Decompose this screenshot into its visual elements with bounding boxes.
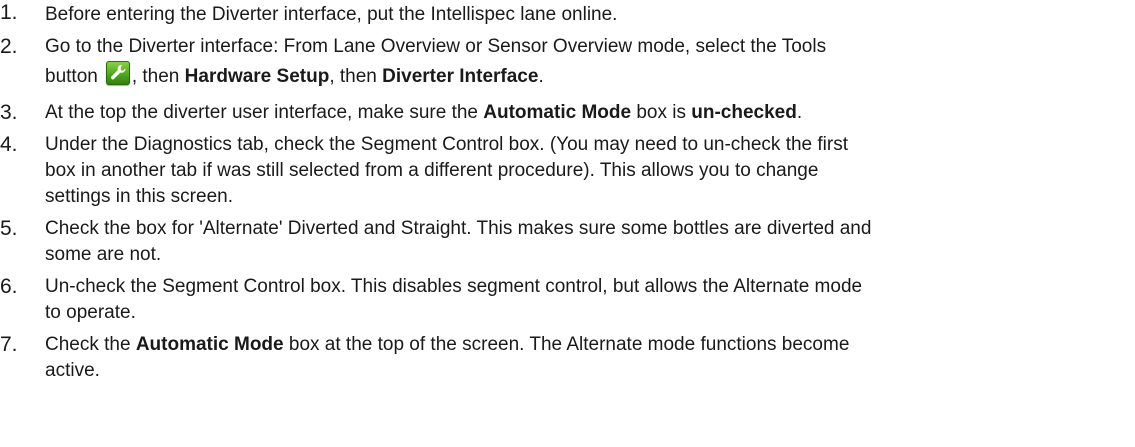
- step-number: 2.: [0, 35, 18, 58]
- step-3: 3. At the top the diverter user interfac…: [0, 100, 1135, 126]
- step-text-line-2: active.: [45, 360, 100, 381]
- step-text-then: , then: [131, 66, 185, 87]
- step-number: 3.: [0, 101, 18, 124]
- wrench-tools-icon: [105, 61, 130, 85]
- step-2: 2. Go to the Diverter interface: From La…: [0, 34, 1135, 94]
- step-6: 6. Un-check the Segment Control box. Thi…: [0, 274, 1135, 326]
- step-text-period: .: [538, 66, 544, 87]
- step-number: 4.: [0, 133, 18, 156]
- step-4: 4. Under the Diagnostics tab, check the …: [0, 132, 1135, 210]
- step-7: 7. Check the Automatic Mode box at the t…: [0, 332, 1135, 384]
- diverter-interface-label: Diverter Interface: [382, 66, 539, 87]
- step-text-line-3: settings in this screen.: [45, 186, 233, 207]
- wrench-icon-glyph: [110, 64, 126, 80]
- step-number: 6.: [0, 275, 18, 298]
- step-text-line-2: to operate.: [45, 302, 136, 323]
- hardware-setup-label: Hardware Setup: [184, 66, 330, 87]
- step-text-button-word: button: [45, 66, 98, 87]
- step-text-line-2: box in another tab if was still selected…: [45, 160, 819, 181]
- step-text-line-1: Under the Diagnostics tab, check the Seg…: [45, 134, 849, 155]
- step-text: At the top the diverter user interface, …: [45, 102, 484, 123]
- step-text-line-1: Un-check the Segment Control box. This d…: [45, 276, 863, 297]
- step-text: Before entering the Diverter interface, …: [45, 4, 618, 25]
- step-text: Check the: [45, 334, 136, 355]
- step-number: 7.: [0, 333, 18, 356]
- step-text-box-is: box is: [631, 102, 692, 123]
- un-checked-label: un-checked: [691, 102, 797, 123]
- step-text-line-1: Go to the Diverter interface: From Lane …: [45, 36, 827, 57]
- step-text-period: .: [796, 102, 803, 123]
- procedure-steps-list: 1. Before entering the Diverter interfac…: [0, 0, 1135, 390]
- step-text-line-2: some are not.: [45, 244, 162, 265]
- step-text-line-1: Check the box for 'Alternate' Diverted a…: [45, 218, 872, 239]
- automatic-mode-label: Automatic Mode: [483, 102, 632, 123]
- step-text-then-2: , then: [329, 66, 383, 87]
- step-text-line-2: button , then Hardware Setup, then Divert…: [45, 60, 544, 94]
- step-number: 5.: [0, 217, 18, 240]
- step-number: 1.: [0, 1, 18, 24]
- step-1: 1. Before entering the Diverter interfac…: [0, 0, 1135, 28]
- step-text-rest: box at the top of the screen. The Altern…: [283, 334, 850, 355]
- step-5: 5. Check the box for 'Alternate' Diverte…: [0, 216, 1135, 268]
- automatic-mode-label: Automatic Mode: [135, 334, 284, 355]
